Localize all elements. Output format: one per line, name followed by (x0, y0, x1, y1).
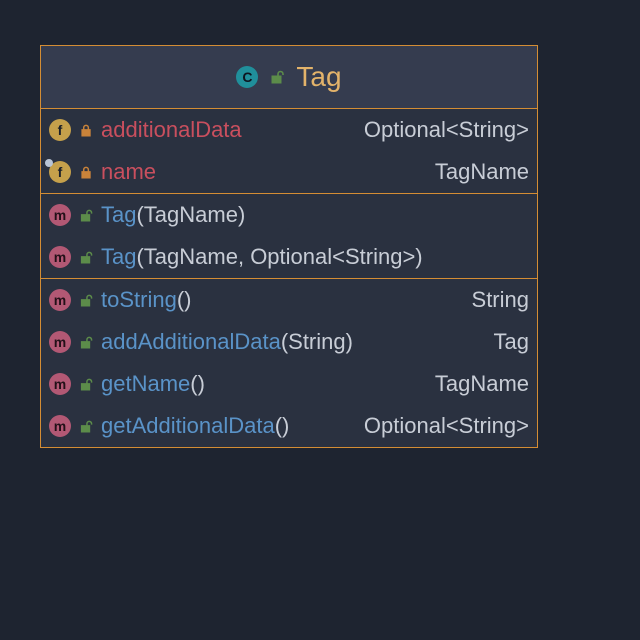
method-return: Optional<String> (364, 413, 529, 439)
class-icon: C (236, 66, 258, 88)
constructor-name: Tag (101, 244, 136, 269)
method-signature: getName() (101, 371, 205, 397)
method-return: TagName (435, 371, 529, 397)
method-name: getAdditionalData (101, 413, 275, 438)
method-icon: m (49, 204, 71, 226)
method-icon: m (49, 331, 71, 353)
method-row: m toString() String (41, 279, 537, 321)
visibility-icon-public (79, 251, 93, 264)
visibility-icon-public (79, 336, 93, 349)
field-icon: f (49, 119, 71, 141)
visibility-icon-public (79, 294, 93, 307)
methods-section: m toString() String m addAdditionalData(… (41, 279, 537, 447)
class-name: Tag (296, 61, 341, 93)
field-type: Optional<String> (364, 117, 529, 143)
method-return: Tag (494, 329, 529, 355)
method-params: () (190, 371, 205, 396)
visibility-icon-public (79, 420, 93, 433)
constructor-row: m Tag(TagName) (41, 194, 537, 236)
fields-section: f additionalData Optional<String> f name… (41, 109, 537, 194)
method-icon: m (49, 415, 71, 437)
visibility-icon-public (79, 209, 93, 222)
field-icon: f (49, 161, 71, 183)
constructor-params: (TagName) (136, 202, 245, 227)
field-name: name (101, 159, 156, 185)
field-name: additionalData (101, 117, 242, 143)
visibility-icon-public (79, 378, 93, 391)
visibility-icon-public (270, 70, 284, 84)
method-params: () (177, 287, 192, 312)
method-params: () (275, 413, 290, 438)
constructors-section: m Tag(TagName) m Tag(TagName, Optional<S… (41, 194, 537, 279)
method-icon: m (49, 373, 71, 395)
class-header: C Tag (41, 46, 537, 109)
method-icon: m (49, 289, 71, 311)
method-signature: addAdditionalData(String) (101, 329, 353, 355)
constructor-name: Tag (101, 202, 136, 227)
class-diagram: C Tag f additionalData Optional<String> … (40, 45, 538, 448)
constructor-signature: Tag(TagName, Optional<String>) (101, 244, 423, 270)
field-row: f additionalData Optional<String> (41, 109, 537, 151)
method-name: getName (101, 371, 190, 396)
method-signature: getAdditionalData() (101, 413, 289, 439)
method-icon: m (49, 246, 71, 268)
constructor-params: (TagName, Optional<String>) (136, 244, 422, 269)
field-type: TagName (435, 159, 529, 185)
method-name: toString (101, 287, 177, 312)
method-row: m getAdditionalData() Optional<String> (41, 405, 537, 447)
method-row: m getName() TagName (41, 363, 537, 405)
method-params: (String) (281, 329, 353, 354)
constructor-row: m Tag(TagName, Optional<String>) (41, 236, 537, 278)
method-row: m addAdditionalData(String) Tag (41, 321, 537, 363)
field-row: f name TagName (41, 151, 537, 193)
method-return: String (472, 287, 529, 313)
method-name: addAdditionalData (101, 329, 281, 354)
method-signature: toString() (101, 287, 191, 313)
visibility-icon-private (79, 124, 93, 137)
visibility-icon-private (79, 166, 93, 179)
constructor-signature: Tag(TagName) (101, 202, 245, 228)
